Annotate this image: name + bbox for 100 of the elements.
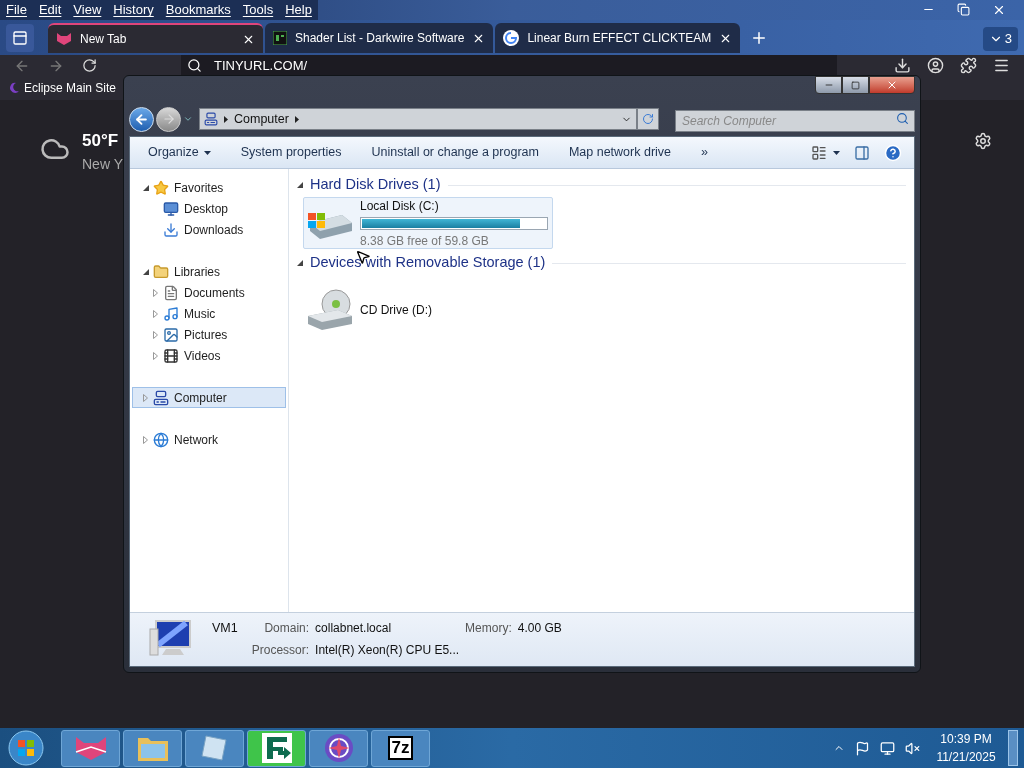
- breadcrumb[interactable]: Computer: [234, 109, 289, 129]
- close-icon[interactable]: [992, 3, 1006, 17]
- close-button[interactable]: [869, 76, 915, 94]
- help-icon[interactable]: [884, 143, 902, 162]
- clock-date[interactable]: 11/21/2025: [936, 748, 996, 766]
- command-button[interactable]: »: [701, 143, 708, 162]
- download-icon[interactable]: [894, 57, 911, 74]
- nav-item[interactable]: Videos: [132, 345, 286, 366]
- group-header[interactable]: Hard Disk Drives (1): [310, 174, 441, 196]
- tab-title: Linear Burn EFFECT CLICKTEAM: [527, 30, 712, 47]
- address-field[interactable]: TINYURL.COM/: [181, 55, 837, 76]
- collapsed-arrow-icon[interactable]: [153, 309, 158, 318]
- browser-tab[interactable]: Linear Burn EFFECT CLICKTEAM: [495, 23, 741, 53]
- search-icon: [896, 112, 909, 125]
- bookmark-link[interactable]: Eclipse Main Site: [8, 79, 117, 97]
- computer-name: VM1: [212, 620, 239, 637]
- command-button[interactable]: Organize: [148, 143, 211, 162]
- drive-tile[interactable]: CD Drive (D:): [303, 275, 553, 345]
- extensions-icon[interactable]: [960, 57, 977, 74]
- expanded-arrow-icon[interactable]: [297, 182, 303, 188]
- menu-item[interactable]: Bookmarks: [165, 0, 231, 20]
- nav-item[interactable]: Desktop: [132, 198, 286, 219]
- nav-item[interactable]: Computer: [132, 387, 286, 408]
- nav-item[interactable]: Network: [132, 429, 286, 450]
- menu-item[interactable]: Tools: [242, 0, 274, 20]
- refresh-button[interactable]: [637, 108, 659, 130]
- tab-list-button[interactable]: [6, 24, 34, 52]
- history-caret-icon[interactable]: [183, 114, 193, 124]
- nav-item[interactable]: Music: [132, 303, 286, 324]
- collapsed-arrow-icon[interactable]: [143, 435, 148, 444]
- archiver-logo: 7z: [387, 736, 414, 760]
- nav-item[interactable]: Libraries: [132, 261, 286, 282]
- command-button[interactable]: Uninstall or change a program: [371, 143, 539, 162]
- free-space: 8.38 GB free of 59.8 GB: [360, 232, 490, 250]
- minimize-button[interactable]: [815, 76, 842, 94]
- nav-item[interactable]: Favorites: [132, 177, 286, 198]
- restore-icon[interactable]: [957, 3, 970, 16]
- collapsed-arrow-icon[interactable]: [153, 351, 158, 360]
- search-field[interactable]: Search Computer: [675, 110, 915, 132]
- taskbar-button[interactable]: [309, 729, 368, 767]
- command-button[interactable]: Map network drive: [568, 143, 672, 162]
- site-logo-icon: [273, 31, 287, 45]
- taskbar-button[interactable]: [123, 729, 182, 767]
- collapsed-arrow-icon[interactable]: [153, 330, 158, 339]
- crescent-icon: [8, 82, 20, 94]
- browser-tab[interactable]: Shader List - Darkwire Software: [265, 23, 494, 53]
- expanded-arrow-icon[interactable]: [142, 268, 149, 275]
- group-header[interactable]: Devices with Removable Storage (1): [310, 252, 546, 274]
- settings-icon[interactable]: [974, 132, 992, 150]
- taskbar-button[interactable]: 7z: [371, 729, 430, 767]
- taskbar-button[interactable]: [61, 729, 120, 767]
- nav-label: Computer: [174, 389, 227, 407]
- network-icon[interactable]: [880, 740, 895, 756]
- preview-pane-icon[interactable]: [854, 144, 870, 161]
- cat-icon: [73, 735, 108, 761]
- field-label: Processor:: [251, 641, 310, 659]
- drive-tile[interactable]: Local Disk (C:) 8.38 GB free of 59.8 GB: [303, 197, 553, 249]
- caret-icon[interactable]: [833, 150, 840, 155]
- forward-button[interactable]: [156, 106, 181, 132]
- maximize-button[interactable]: [842, 76, 869, 94]
- expanded-arrow-icon[interactable]: [142, 184, 149, 191]
- address-bar[interactable]: Computer: [199, 108, 637, 130]
- arrow-app-icon: [261, 733, 292, 763]
- mute-icon[interactable]: [905, 740, 920, 756]
- menu-item[interactable]: File: [6, 0, 27, 20]
- clock-time[interactable]: 10:39 PM: [940, 730, 992, 748]
- nav-item[interactable]: Downloads: [132, 219, 286, 240]
- menu-icon[interactable]: [993, 57, 1010, 74]
- reload-icon[interactable]: [82, 58, 97, 73]
- computer-monitor-icon: [148, 619, 194, 659]
- command-button[interactable]: System properties: [240, 143, 342, 162]
- field-value: Intel(R) Xeon(R) CPU E5...: [315, 641, 460, 659]
- tab-count-button[interactable]: 3: [982, 27, 1018, 51]
- browser-tab[interactable]: New Tab: [48, 23, 263, 53]
- account-icon[interactable]: [927, 57, 944, 74]
- nav-label: Music: [184, 305, 216, 323]
- chevron-right-icon[interactable]: [224, 115, 228, 123]
- menu-item[interactable]: Help: [285, 0, 312, 20]
- download-icon: [163, 221, 179, 238]
- taskbar-button[interactable]: [247, 729, 306, 767]
- star-icon: [153, 179, 169, 196]
- nav-item[interactable]: Documents: [132, 282, 286, 303]
- menu-item[interactable]: View: [73, 0, 102, 20]
- back-button[interactable]: [129, 106, 154, 132]
- collapsed-arrow-icon[interactable]: [153, 288, 158, 297]
- nav-label: Network: [174, 431, 218, 449]
- field-label: Memory:: [465, 620, 512, 637]
- tab-title: Shader List - Darkwire Software: [295, 30, 465, 47]
- nav-item[interactable]: Pictures: [132, 324, 286, 345]
- menu-item[interactable]: History: [113, 0, 154, 20]
- chevron-right-icon[interactable]: [294, 115, 299, 123]
- taskbar-button[interactable]: [185, 729, 244, 767]
- globe-icon: [153, 431, 169, 448]
- flag-icon[interactable]: [855, 740, 870, 756]
- field-value: 4.00 GB: [517, 620, 562, 637]
- cat-icon: [56, 32, 72, 46]
- view-icon[interactable]: [811, 144, 827, 161]
- expanded-arrow-icon[interactable]: [297, 260, 303, 266]
- search-icon: [187, 58, 202, 73]
- menu-item[interactable]: Edit: [38, 0, 62, 20]
